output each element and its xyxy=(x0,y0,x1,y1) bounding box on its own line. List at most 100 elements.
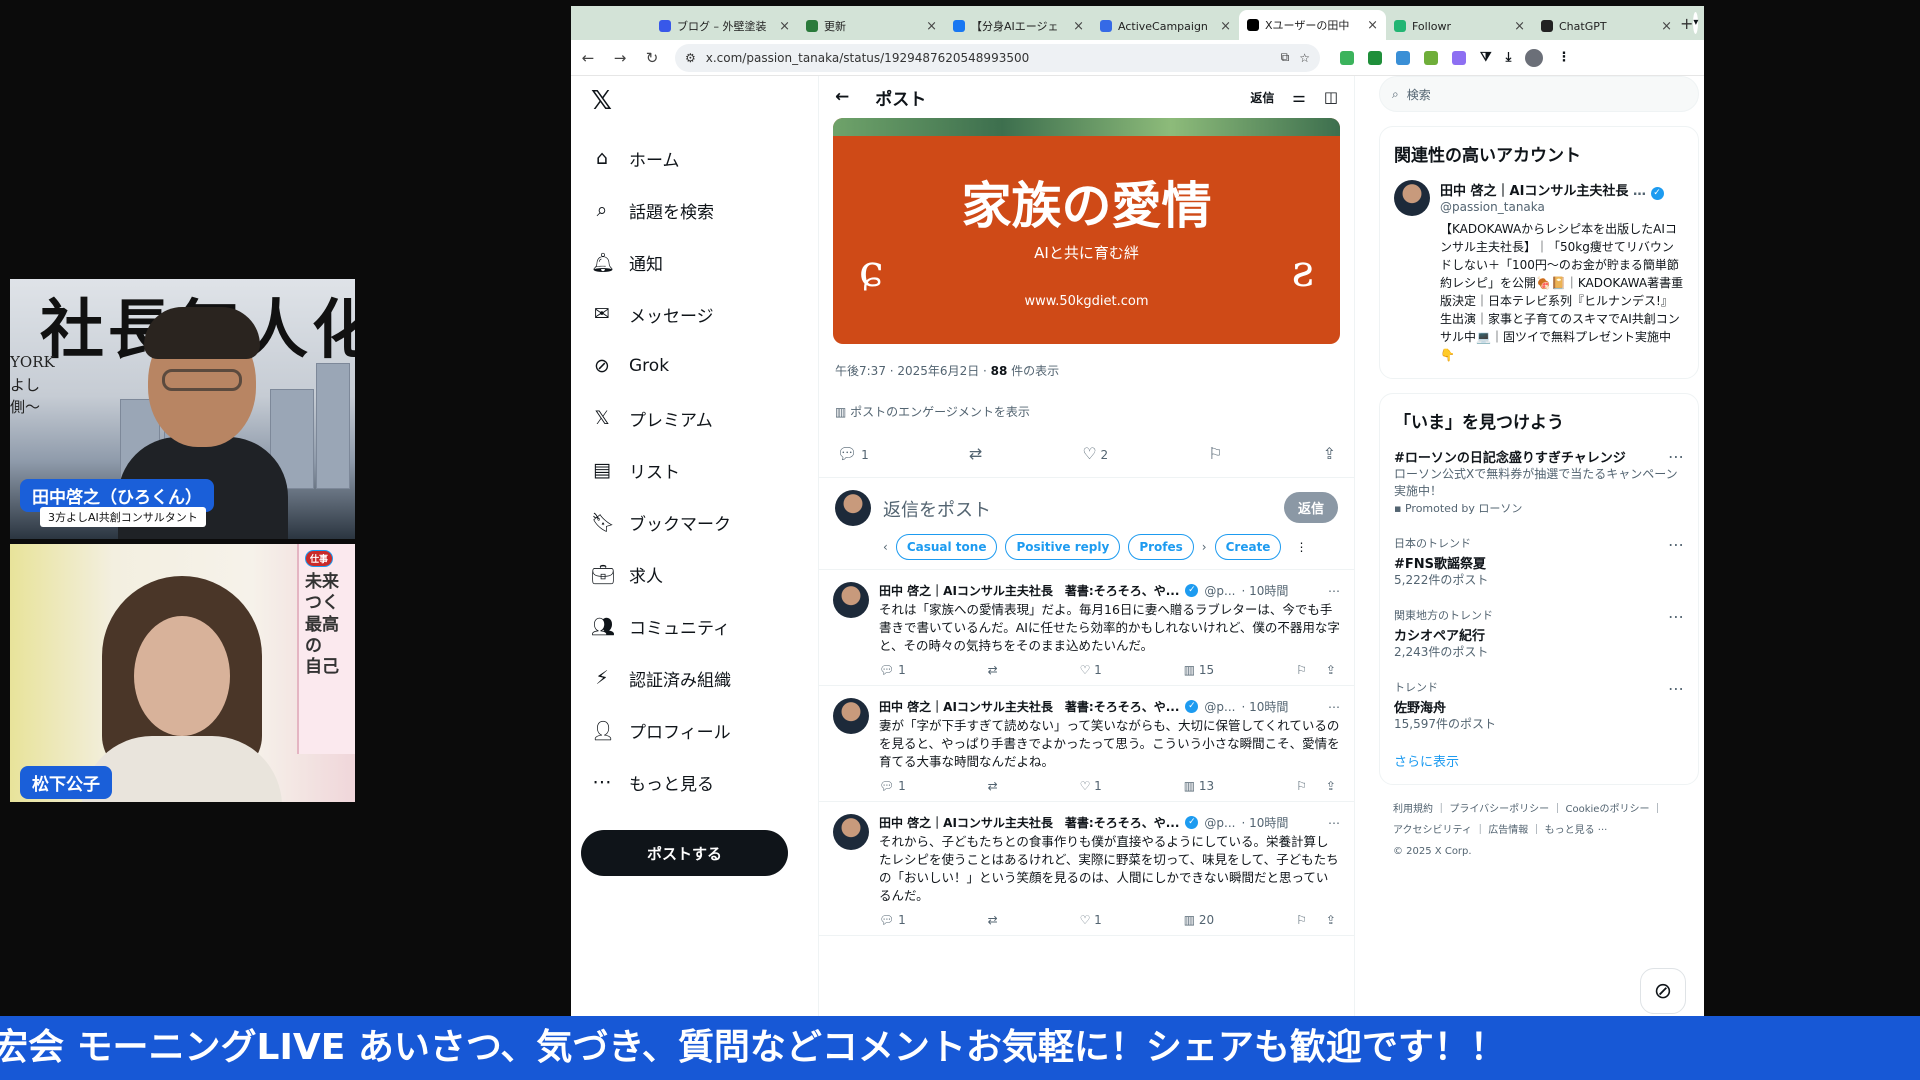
reply-author-name[interactable]: 田中 啓之｜AIコンサル主夫社長 著書:そろそろ、や... xyxy=(879,582,1179,599)
account-more-icon[interactable]: … xyxy=(1633,184,1646,199)
reply-handle[interactable]: @p... xyxy=(1204,700,1235,714)
extension-icon[interactable] xyxy=(1424,50,1438,65)
nav-item-notifications[interactable]: 🔔︎ 通知 xyxy=(581,236,791,288)
chips-more-icon[interactable]: ⋮ xyxy=(1295,540,1307,554)
reply-author-name[interactable]: 田中 啓之｜AIコンサル主夫社長 著書:そろそろ、や... xyxy=(879,698,1179,715)
trend-title[interactable]: 佐野海舟 xyxy=(1394,697,1684,716)
repost-action[interactable]: ⇄ xyxy=(969,444,982,463)
reply-post[interactable]: 田中 啓之｜AIコンサル主夫社長 著書:そろそろ、や... ✓ @p... · … xyxy=(819,686,1354,802)
trend-title[interactable]: #ローソンの日記念盛りすぎチャレンジ xyxy=(1394,447,1684,466)
tab-close-icon[interactable]: × xyxy=(1220,19,1231,34)
nav-item-premium[interactable]: 𝕏 プレミアム xyxy=(581,392,791,444)
extension-icon[interactable] xyxy=(1340,50,1354,65)
trend-item[interactable]: 関東地方のトレンド カシオペア紀行 2,243件のポスト ⋯ xyxy=(1394,607,1684,661)
nav-item-more[interactable]: ⋯ もっと見る xyxy=(581,756,791,808)
chip-casual-tone[interactable]: Casual tone xyxy=(895,534,998,560)
trend-item[interactable]: 日本のトレンド #FNS歌謡祭夏 5,222件のポスト ⋯ xyxy=(1394,535,1684,589)
back-arrow-icon[interactable]: ← xyxy=(835,87,849,107)
browser-menu-icon[interactable]: ⋮ xyxy=(1557,50,1570,65)
nav-item-bookmarks[interactable]: 🔖︎ ブックマーク xyxy=(581,496,791,548)
bookmark-icon[interactable]: ⚐ xyxy=(1296,663,1307,677)
bookmark-icon[interactable]: ⚐ xyxy=(1296,913,1307,927)
reply-avatar[interactable] xyxy=(833,582,869,618)
extensions-puzzle-icon[interactable]: ⧩ xyxy=(1480,50,1492,65)
trend-item[interactable]: #ローソンの日記念盛りすぎチャレンジ ローソン公式Xで無料券が抽選で当たるキャンペ… xyxy=(1394,447,1684,517)
reply-author-name[interactable]: 田中 啓之｜AIコンサル主夫社長 著書:そろそろ、や... xyxy=(879,814,1179,831)
tab-search-icon[interactable]: ▾ xyxy=(1693,12,1699,34)
post-image[interactable]: 家族の愛情 AIと共に育む絆 www.50kgdiet.com ɕ ƨ xyxy=(833,118,1340,344)
header-reply-button[interactable]: 返信 xyxy=(1250,89,1274,106)
trend-more-icon[interactable]: ⋯ xyxy=(1668,447,1684,466)
browser-tab[interactable]: ActiveCampaign × xyxy=(1092,12,1239,40)
like-action[interactable]: ♡ 1 xyxy=(1080,663,1102,677)
like-action[interactable]: ♡ 1 xyxy=(1080,779,1102,793)
browser-tab[interactable]: 更新 × xyxy=(798,12,945,40)
url-text[interactable]: x.com/passion_tanaka/status/192948762054… xyxy=(706,51,1271,65)
nav-item-communities[interactable]: 👥︎ コミュニティ xyxy=(581,600,791,652)
reply-handle[interactable]: @p... xyxy=(1204,584,1235,598)
related-account[interactable]: 田中 啓之｜AIコンサル主夫社長 … ✓ @passion_tanaka 【KA… xyxy=(1394,180,1684,364)
post-button[interactable]: ポストする xyxy=(581,830,788,876)
filter-icon[interactable]: ⚌ xyxy=(1292,88,1305,106)
like-action[interactable]: ♡ 2 xyxy=(1082,444,1108,463)
share-action[interactable]: ⇪ xyxy=(1323,444,1336,463)
search-box[interactable]: ⌕ 検索 xyxy=(1379,76,1699,112)
account-avatar[interactable] xyxy=(1394,180,1430,216)
reply-action[interactable]: 💬︎ 1 xyxy=(837,444,869,463)
tab-close-icon[interactable]: × xyxy=(1367,18,1378,33)
reply-avatar[interactable] xyxy=(833,814,869,850)
engagement-link[interactable]: ▥ ポストのエンゲージメントを表示 xyxy=(819,379,1354,420)
site-info-icon[interactable]: ⚙ xyxy=(685,51,696,65)
reply-time[interactable]: · 10時間 xyxy=(1241,814,1288,831)
post-timestamp[interactable]: 午後7:37 · 2025年6月2日 · xyxy=(835,364,991,378)
nav-item-messages[interactable]: ✉ メッセージ xyxy=(581,288,791,340)
bookmark-action[interactable]: ⚐ xyxy=(1208,444,1222,463)
back-icon[interactable]: ← xyxy=(579,49,597,67)
reply-more-icon[interactable]: ⋯ xyxy=(1328,816,1340,830)
trend-more-icon[interactable]: ⋯ xyxy=(1668,535,1684,554)
trend-title[interactable]: #FNS歌謡祭夏 xyxy=(1394,553,1684,572)
reply-action[interactable]: 💬︎ 1 xyxy=(879,913,906,927)
chip-positive-reply[interactable]: Positive reply xyxy=(1005,534,1121,560)
browser-tab[interactable]: ChatGPT × xyxy=(1533,12,1680,40)
extension-icon[interactable] xyxy=(1452,50,1466,65)
chips-prev-icon[interactable]: ‹ xyxy=(883,540,888,554)
reply-handle[interactable]: @p... xyxy=(1204,816,1235,830)
repost-icon[interactable]: ⇄ xyxy=(988,913,998,927)
views-action[interactable]: ▥ 15 xyxy=(1184,663,1214,677)
tab-close-icon[interactable]: × xyxy=(1661,19,1672,34)
repost-icon[interactable]: ⇄ xyxy=(988,779,998,793)
address-bar[interactable]: ⚙ x.com/passion_tanaka/status/1929487620… xyxy=(675,43,1320,72)
chip-create[interactable]: Create xyxy=(1214,534,1282,560)
share-icon[interactable]: ⇪ xyxy=(1326,779,1336,793)
like-action[interactable]: ♡ 1 xyxy=(1080,913,1102,927)
install-app-icon[interactable]: ⧉ xyxy=(1281,50,1290,65)
tab-close-icon[interactable]: × xyxy=(1514,19,1525,34)
tab-close-icon[interactable]: × xyxy=(1073,19,1084,34)
reply-time[interactable]: · 10時間 xyxy=(1241,698,1288,715)
reply-post[interactable]: 田中 啓之｜AIコンサル主夫社長 著書:そろそろ、や... ✓ @p... · … xyxy=(819,570,1354,686)
tab-close-icon[interactable]: × xyxy=(779,19,790,34)
bookmark-star-icon[interactable]: ☆ xyxy=(1299,51,1310,65)
nav-item-jobs[interactable]: 💼︎ 求人 xyxy=(581,548,791,600)
share-icon[interactable]: ⇪ xyxy=(1326,663,1336,677)
browser-tab[interactable]: ブログ – 外壁塗装 × xyxy=(651,12,798,40)
grok-fab-icon[interactable]: ⊘ xyxy=(1640,968,1686,1014)
reply-time[interactable]: · 10時間 xyxy=(1241,582,1288,599)
trend-item[interactable]: トレンド 佐野海舟 15,597件のポスト ⋯ xyxy=(1394,679,1684,733)
chip-professional[interactable]: Profes xyxy=(1128,534,1194,560)
share-icon[interactable]: ⇪ xyxy=(1326,913,1336,927)
nav-item-verified-orgs[interactable]: ⚡︎ 認証済み組織 xyxy=(581,652,791,704)
trend-title[interactable]: カシオペア紀行 xyxy=(1394,625,1684,644)
account-name[interactable]: 田中 啓之｜AIコンサル主夫社長 xyxy=(1440,184,1628,199)
reply-action[interactable]: 💬︎ 1 xyxy=(879,779,906,793)
nav-item-grok[interactable]: ⊘ Grok xyxy=(581,340,791,392)
repost-icon[interactable]: ⇄ xyxy=(988,663,998,677)
views-action[interactable]: ▥ 20 xyxy=(1184,913,1214,927)
browser-tab[interactable]: Xユーザーの田中 × xyxy=(1239,10,1386,40)
reply-more-icon[interactable]: ⋯ xyxy=(1328,700,1340,714)
x-logo-icon[interactable]: 𝕏 xyxy=(591,86,791,116)
nav-item-explore[interactable]: ⌕ 話題を検索 xyxy=(581,184,791,236)
trend-more-icon[interactable]: ⋯ xyxy=(1668,607,1684,626)
nav-item-home[interactable]: ⌂ ホーム xyxy=(581,132,791,184)
